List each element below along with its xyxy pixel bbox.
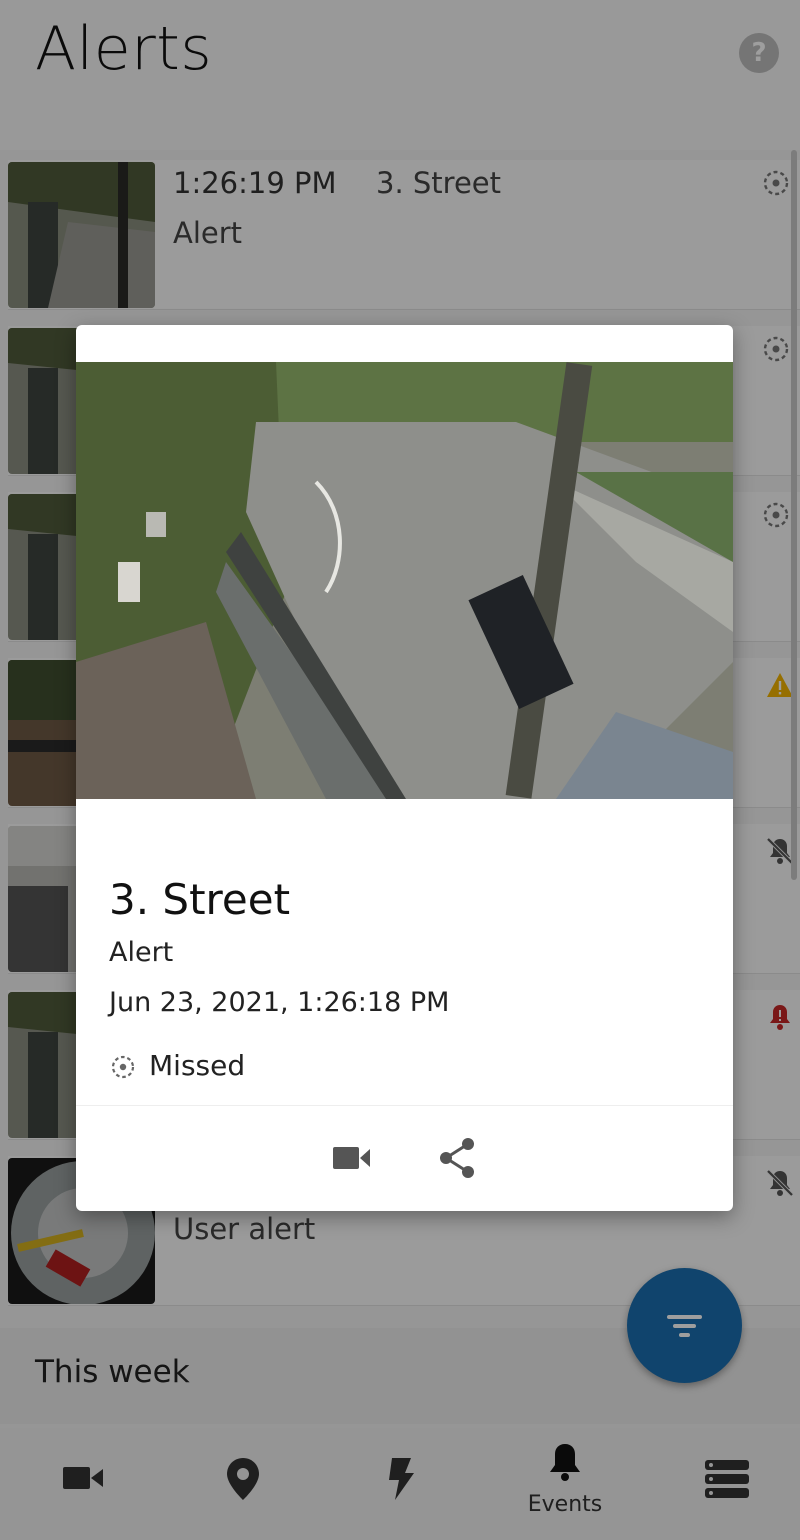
missed-icon	[111, 1055, 135, 1079]
event-camera-name: 3. Street	[109, 875, 291, 924]
event-details-dialog: 3. Street Alert Jun 23, 2021, 1:26:18 PM…	[76, 325, 733, 1211]
event-status-label: Missed	[149, 1049, 246, 1082]
view-video-button[interactable]	[328, 1130, 388, 1186]
divider	[76, 1105, 733, 1106]
share-button[interactable]	[428, 1130, 488, 1186]
event-type: Alert	[109, 937, 174, 968]
event-snapshot	[76, 362, 733, 799]
video-icon	[333, 1147, 370, 1169]
share-icon	[440, 1138, 474, 1178]
event-datetime: Jun 23, 2021, 1:26:18 PM	[109, 987, 450, 1018]
